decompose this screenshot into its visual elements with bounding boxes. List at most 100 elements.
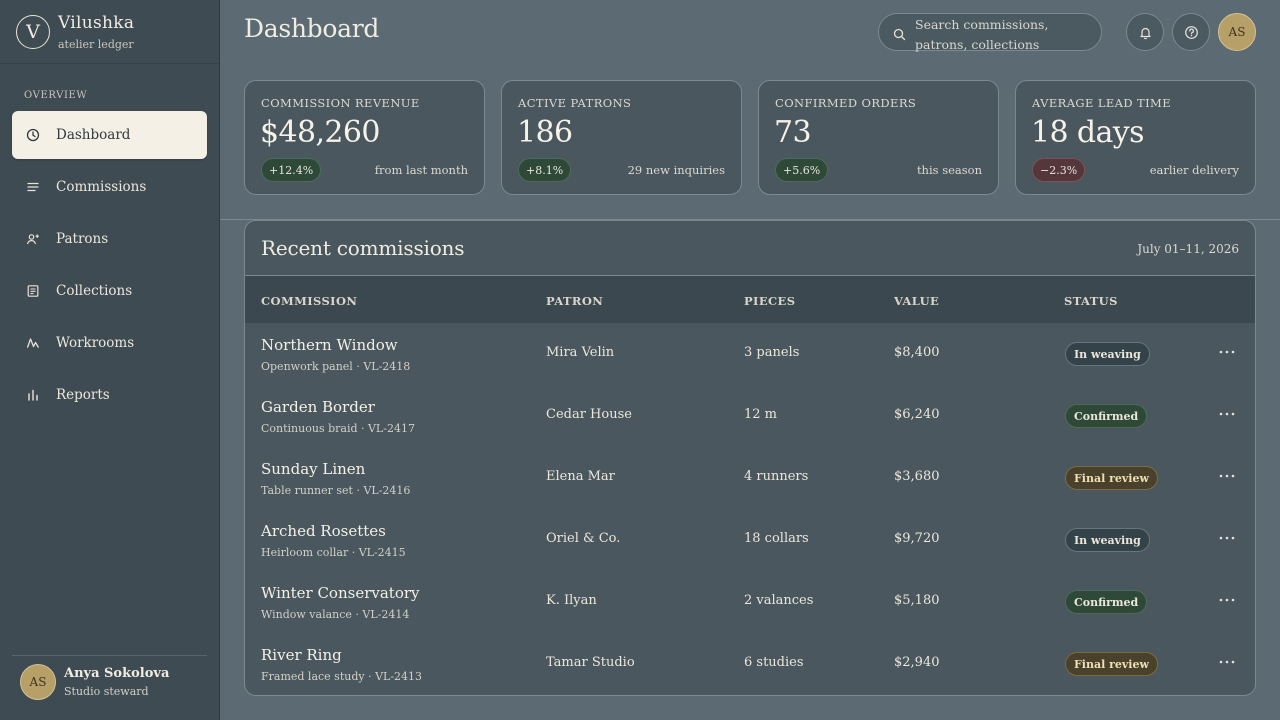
- activity-icon: [26, 336, 40, 350]
- sidebar-item-dashboard[interactable]: Dashboard: [12, 111, 207, 159]
- more-options-button[interactable]: [1215, 650, 1239, 674]
- more-options-button[interactable]: [1215, 340, 1239, 364]
- stat-card-lead-time[interactable]: AVERAGE LEAD TIME 18 days −2.3% earlier …: [1015, 80, 1256, 195]
- more-options-button[interactable]: [1215, 464, 1239, 488]
- value-cell: $2,940: [894, 655, 940, 670]
- patron-cell: Mira Velin: [546, 345, 615, 360]
- patron-cell: Tamar Studio: [546, 655, 635, 670]
- stat-label: ACTIVE PATRONS: [518, 96, 632, 110]
- stat-card-revenue[interactable]: COMMISSION REVENUE $48,260 +12.4% from l…: [244, 80, 485, 195]
- sidebar-divider: [0, 63, 219, 64]
- more-options-button[interactable]: [1215, 588, 1239, 612]
- stat-label: CONFIRMED ORDERS: [775, 96, 917, 110]
- stat-value: $48,260: [260, 115, 380, 150]
- status-badge: Final review: [1065, 652, 1158, 676]
- sidebar-item-reports[interactable]: Reports: [12, 371, 207, 419]
- stat-card-patrons[interactable]: ACTIVE PATRONS 186 +8.1% 29 new inquirie…: [501, 80, 742, 195]
- sidebar-item-patrons[interactable]: Patrons: [12, 215, 207, 263]
- commission-name: Northern Window: [261, 336, 398, 354]
- sidebar-item-workrooms[interactable]: Workrooms: [12, 319, 207, 367]
- more-icon: [1219, 412, 1235, 416]
- help-button[interactable]: [1172, 13, 1210, 51]
- stat-note: 29 new inquiries: [627, 163, 725, 177]
- value-cell: $9,720: [894, 531, 940, 546]
- more-icon: [1219, 536, 1235, 540]
- column-header-commission[interactable]: COMMISSION: [261, 294, 357, 308]
- document-icon: [26, 284, 40, 298]
- recent-commissions-panel: Recent commissions July 01–11, 2026 COMM…: [244, 220, 1256, 696]
- stat-note: earlier delivery: [1149, 163, 1239, 177]
- commission-name: River Ring: [261, 646, 342, 664]
- sidebar-item-label: Workrooms: [56, 335, 135, 351]
- patron-cell: Elena Mar: [546, 469, 615, 484]
- column-header-pieces[interactable]: PIECES: [744, 294, 795, 308]
- status-badge: Confirmed: [1065, 404, 1148, 428]
- table-row[interactable]: River Ring Framed lace study · VL-2413 T…: [245, 633, 1255, 695]
- more-options-button[interactable]: [1215, 402, 1239, 426]
- page-title: Dashboard: [244, 14, 380, 43]
- help-icon: [1184, 25, 1199, 40]
- status-badge: In weaving: [1065, 528, 1150, 552]
- commission-name: Arched Rosettes: [261, 522, 386, 540]
- value-cell: $5,180: [894, 593, 940, 608]
- search-input[interactable]: Search commissions, patrons, collections: [878, 13, 1102, 52]
- list-icon: [26, 180, 40, 194]
- commission-detail: Heirloom collar · VL-2415: [261, 546, 406, 559]
- user-name: Anya Sokolova: [64, 666, 170, 681]
- bell-icon: [1138, 25, 1153, 40]
- sidebar-item-label: Collections: [56, 283, 133, 299]
- clock-icon: [26, 128, 40, 142]
- pieces-cell: 18 collars: [744, 531, 809, 546]
- brand-subtitle: atelier ledger: [58, 37, 134, 51]
- table-row[interactable]: Garden Border Continuous braid · VL-2417…: [245, 385, 1255, 447]
- avatar: AS: [20, 664, 56, 700]
- table-row[interactable]: Northern Window Openwork panel · VL-2418…: [245, 323, 1255, 385]
- commission-name: Sunday Linen: [261, 460, 366, 478]
- search-placeholder: Search commissions, patrons, collections: [915, 17, 1049, 52]
- commission-detail: Openwork panel · VL-2418: [261, 360, 411, 373]
- sidebar-item-commissions[interactable]: Commissions: [12, 163, 207, 211]
- change-badge: +8.1%: [518, 158, 572, 182]
- more-options-button[interactable]: [1215, 526, 1239, 550]
- table-row[interactable]: Sunday Linen Table runner set · VL-2416 …: [245, 447, 1255, 509]
- table-row[interactable]: Winter Conservatory Window valance · VL-…: [245, 571, 1255, 633]
- sidebar-nav: Dashboard Commissions Patrons Collection…: [12, 111, 207, 423]
- profile-button[interactable]: AS: [1218, 13, 1256, 51]
- stat-value: 186: [517, 115, 573, 150]
- commission-detail: Window valance · VL-2414: [261, 608, 410, 621]
- table-header: COMMISSION PATRON PIECES VALUE STATUS: [245, 275, 1255, 323]
- commission-name: Winter Conservatory: [261, 584, 420, 602]
- status-badge: Final review: [1065, 466, 1158, 490]
- sidebar-user-divider: [12, 655, 207, 656]
- patron-cell: Oriel & Co.: [546, 531, 621, 546]
- brand[interactable]: V Vilushka atelier ledger: [16, 14, 134, 51]
- pieces-cell: 3 panels: [744, 345, 800, 360]
- stat-note: this season: [916, 163, 982, 177]
- change-badge: −2.3%: [1032, 158, 1086, 182]
- stat-value: 73: [774, 115, 812, 150]
- user-plus-icon: [26, 232, 40, 246]
- notifications-button[interactable]: [1126, 13, 1164, 51]
- date-range[interactable]: July 01–11, 2026: [1137, 242, 1239, 256]
- column-header-value[interactable]: VALUE: [894, 294, 939, 308]
- column-header-patron[interactable]: PATRON: [546, 294, 603, 308]
- user-role: Studio steward: [64, 685, 149, 698]
- column-header-status[interactable]: STATUS: [1064, 294, 1118, 308]
- table-body: Northern Window Openwork panel · VL-2418…: [245, 323, 1255, 695]
- commission-detail: Framed lace study · VL-2413: [261, 670, 423, 683]
- stat-label: AVERAGE LEAD TIME: [1032, 96, 1172, 110]
- sidebar-item-collections[interactable]: Collections: [12, 267, 207, 315]
- commission-name: Garden Border: [261, 398, 375, 416]
- status-badge: In weaving: [1065, 342, 1150, 366]
- sidebar-item-label: Commissions: [56, 179, 147, 195]
- brand-text: Vilushka atelier ledger: [58, 14, 134, 51]
- table-row[interactable]: Arched Rosettes Heirloom collar · VL-241…: [245, 509, 1255, 571]
- stat-card-orders[interactable]: CONFIRMED ORDERS 73 +5.6% this season: [758, 80, 999, 195]
- value-cell: $3,680: [894, 469, 940, 484]
- search-icon: [893, 26, 906, 41]
- nav-section-label: OVERVIEW: [24, 90, 88, 101]
- value-cell: $8,400: [894, 345, 940, 360]
- sidebar-user[interactable]: AS Anya Sokolova Studio steward: [20, 664, 169, 700]
- more-icon: [1219, 598, 1235, 602]
- stat-value: 18 days: [1031, 115, 1145, 150]
